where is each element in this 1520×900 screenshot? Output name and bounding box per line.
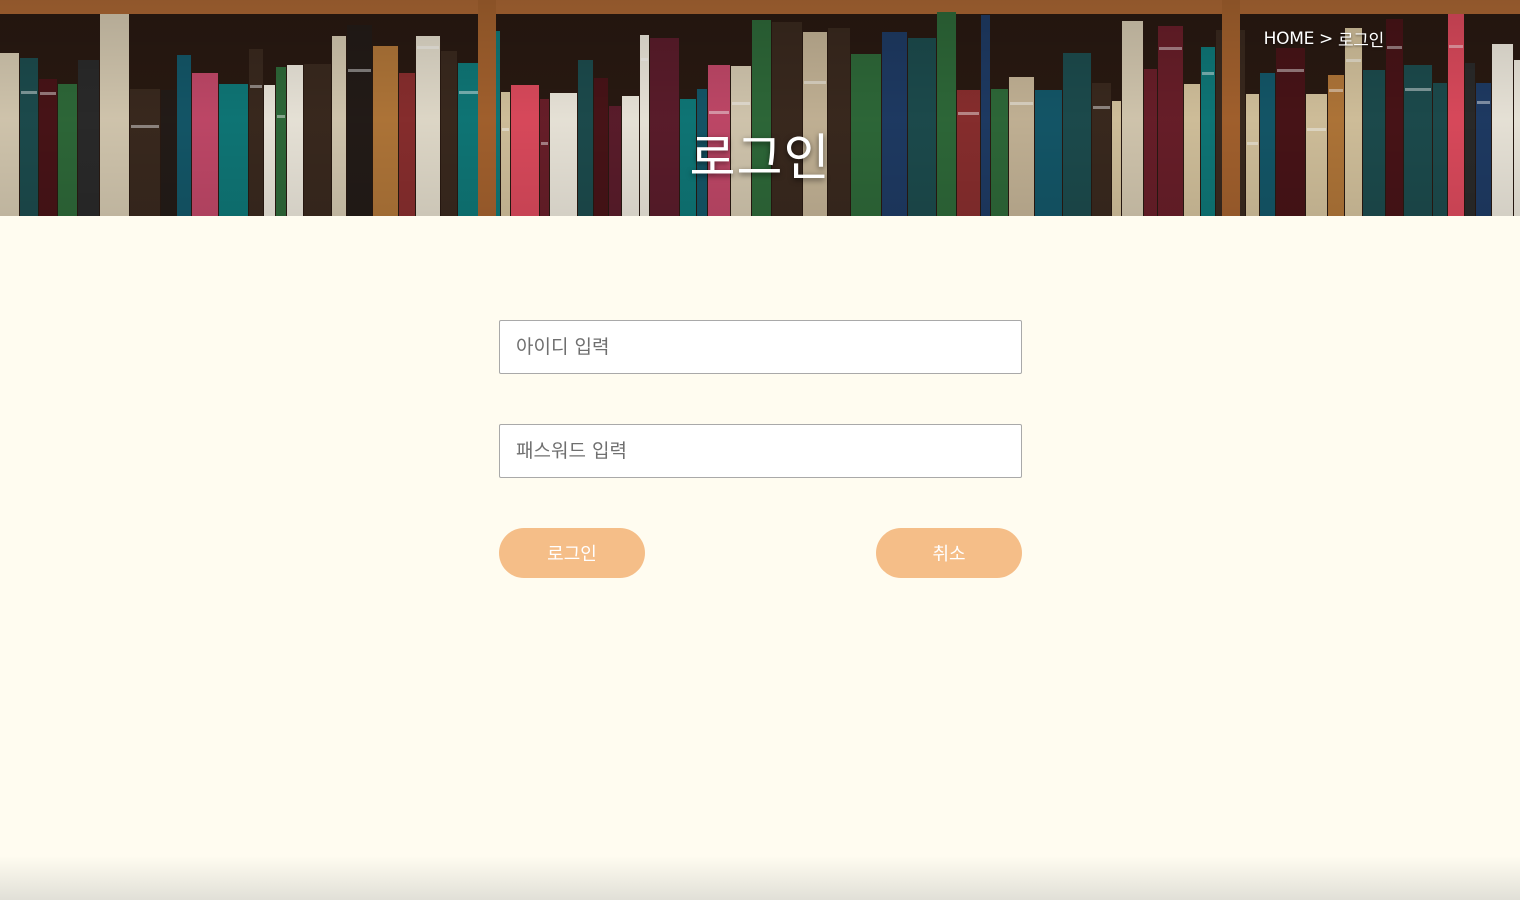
login-button[interactable]: 로그인	[499, 528, 645, 578]
password-input[interactable]	[499, 424, 1022, 478]
form-actions: 로그인 취소	[499, 528, 1022, 578]
cancel-button[interactable]: 취소	[876, 528, 1022, 578]
breadcrumb-separator: >	[1319, 28, 1333, 49]
breadcrumb: HOME > 로그인	[1264, 26, 1385, 52]
page-title: 로그인	[689, 129, 831, 187]
login-form: 로그인 취소	[499, 320, 1022, 578]
breadcrumb-home-link[interactable]: HOME	[1264, 29, 1315, 49]
breadcrumb-current: 로그인	[1337, 31, 1384, 51]
bottom-shadow	[0, 856, 1520, 900]
hero-banner: HOME > 로그인 로그인	[0, 0, 1520, 216]
id-input[interactable]	[499, 320, 1022, 374]
